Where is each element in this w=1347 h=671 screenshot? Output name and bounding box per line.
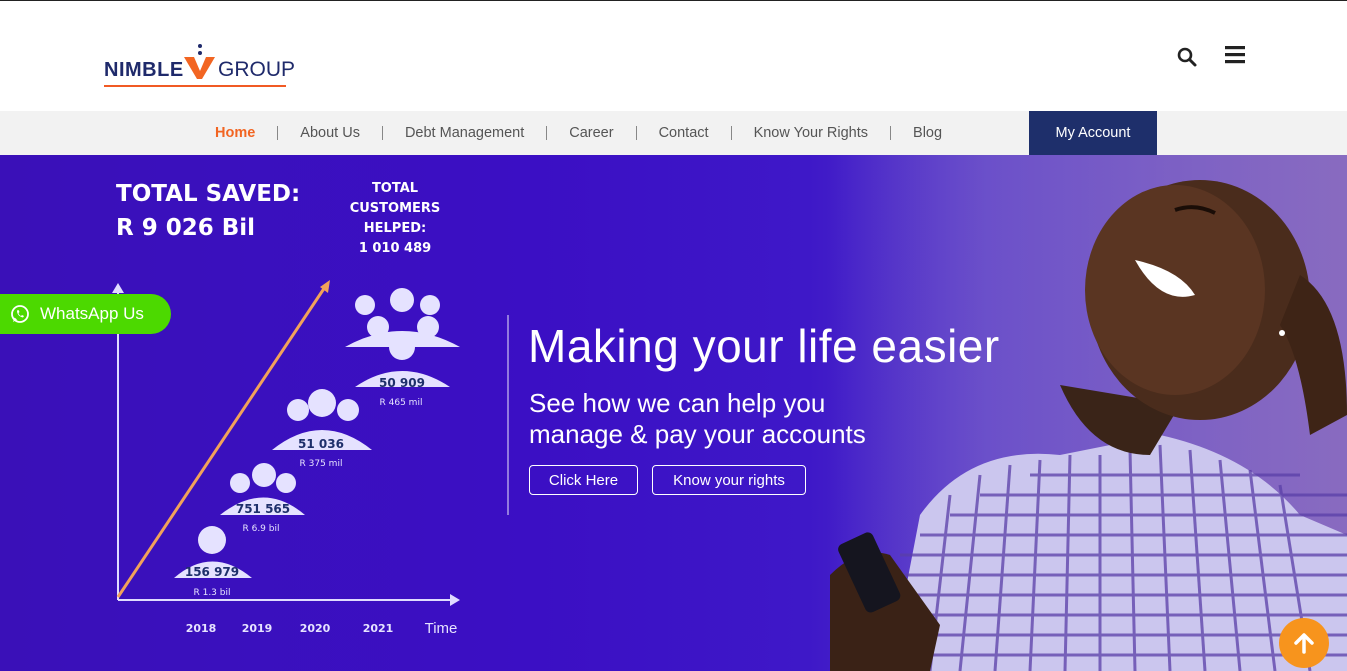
group-count-label: 50 909 <box>379 376 425 390</box>
year-label: 2020 <box>300 622 331 635</box>
nav-item-career[interactable]: Career <box>569 125 613 141</box>
nav-item-about-us[interactable]: About Us <box>300 125 360 141</box>
logo-text-nimble: NIMBLE <box>104 59 184 81</box>
year-label: 2018 <box>186 622 217 635</box>
search-icon[interactable] <box>1176 46 1198 68</box>
main-navigation: Home About Us Debt Management Career Con… <box>0 111 1347 155</box>
customers-label-line2: HELPED: <box>363 221 427 236</box>
my-account-button[interactable]: My Account <box>1029 111 1157 155</box>
site-header: NIMBLE GROUP <box>0 1 1347 111</box>
total-saved-value: R 9 026 Bil <box>116 215 256 241</box>
group-amount-label: R 1.3 bil <box>193 588 230 598</box>
hero-divider <box>507 315 509 515</box>
nav-item-contact[interactable]: Contact <box>659 125 709 141</box>
nav-separator <box>890 126 892 140</box>
group-amount-label: R 465 mil <box>380 398 423 408</box>
year-label: 2021 <box>363 622 394 635</box>
group-count-label: 751 565 <box>236 502 290 516</box>
year-label: 2019 <box>242 622 273 635</box>
hero-banner: TOTAL SAVED: R 9 026 Bil TOTAL CUSTOMERS… <box>0 155 1347 671</box>
hero-headline: Making your life easier <box>528 320 1000 372</box>
group-amount-label: R 6.9 bil <box>242 524 279 534</box>
nimble-group-logo[interactable]: NIMBLE GROUP <box>104 23 295 89</box>
customers-value: 1 010 489 <box>358 241 432 256</box>
hero-subline-2: manage & pay your accounts <box>529 419 866 449</box>
logo-text-group: GROUP <box>218 58 296 81</box>
whatsapp-label: WhatsApp Us <box>40 304 144 323</box>
total-saved-block: TOTAL SAVED: R 9 026 Bil <box>116 177 300 245</box>
arrow-up-icon <box>1294 633 1314 654</box>
nav-item-know-your-rights[interactable]: Know Your Rights <box>754 125 868 141</box>
total-customers-block: TOTAL CUSTOMERS HELPED: 1 010 489 <box>340 179 450 259</box>
hamburger-menu-icon[interactable] <box>1224 44 1246 66</box>
smiling-man-photo <box>830 180 1347 671</box>
people-group-2021 <box>345 288 460 387</box>
nav-separator <box>381 126 383 140</box>
nav-separator <box>277 126 279 140</box>
nav-item-debt-management[interactable]: Debt Management <box>405 125 524 141</box>
group-count-label: 51 036 <box>298 437 344 451</box>
hero-subline-1: See how we can help you <box>529 388 826 418</box>
whatsapp-us-button[interactable]: WhatsApp Us <box>0 294 171 334</box>
nav-list: Home About Us Debt Management Career Con… <box>215 111 942 155</box>
nav-separator <box>635 126 637 140</box>
group-amount-label: R 375 mil <box>300 459 343 469</box>
nav-separator <box>546 126 548 140</box>
logo-underline <box>104 85 286 87</box>
click-here-button[interactable]: Click Here <box>529 465 638 495</box>
nav-item-home[interactable]: Home <box>215 125 255 141</box>
total-saved-label: TOTAL SAVED: <box>116 181 301 207</box>
time-axis-label: Time <box>425 620 458 637</box>
whatsapp-icon <box>11 305 29 323</box>
customers-label-line1: TOTAL CUSTOMERS <box>349 181 441 216</box>
know-your-rights-button[interactable]: Know your rights <box>652 465 806 495</box>
hero-subheadline: See how we can help you manage & pay you… <box>529 388 866 450</box>
nav-separator <box>730 126 732 140</box>
nav-item-blog[interactable]: Blog <box>913 125 942 141</box>
logo-v-mark-icon <box>184 44 215 79</box>
group-count-label: 156 979 <box>185 565 239 579</box>
scroll-to-top-button[interactable] <box>1279 618 1329 668</box>
